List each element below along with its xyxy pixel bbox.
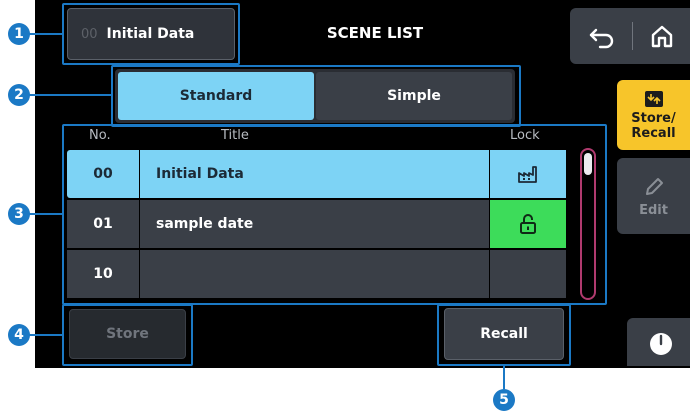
store-recall-label-line2: Recall <box>631 126 676 141</box>
nav-divider <box>632 22 633 50</box>
callout-box-4 <box>62 304 193 366</box>
callout-box-3 <box>62 124 607 305</box>
callout-box-1 <box>62 3 240 65</box>
callout-marker-3: 3 <box>8 203 30 225</box>
clock-button[interactable] <box>627 318 690 366</box>
store-recall-icon <box>644 91 663 107</box>
page-title: SCENE LIST <box>326 24 424 42</box>
store-recall-label-line1: Store/ <box>631 111 676 126</box>
callout-box-2 <box>111 65 521 127</box>
pencil-icon <box>645 177 663 195</box>
callout-line-5 <box>503 366 505 389</box>
callout-marker-4: 4 <box>8 324 30 346</box>
callout-line-4 <box>28 334 62 336</box>
callout-marker-5: 5 <box>493 389 515 411</box>
callout-line-2 <box>28 94 111 96</box>
clock-icon <box>650 333 672 355</box>
callout-line-1 <box>28 33 62 35</box>
callout-marker-1: 1 <box>8 23 30 45</box>
edit-button-label: Edit <box>639 202 668 218</box>
home-icon <box>651 25 673 48</box>
callout-line-3 <box>28 213 62 215</box>
callout-box-5 <box>437 304 571 366</box>
callout-marker-2: 2 <box>8 84 30 106</box>
store-recall-button[interactable]: Store/ Recall <box>617 80 690 150</box>
back-button[interactable] <box>578 14 626 58</box>
back-icon <box>589 28 614 49</box>
home-button[interactable] <box>640 14 684 58</box>
edit-button[interactable]: Edit <box>617 158 690 234</box>
